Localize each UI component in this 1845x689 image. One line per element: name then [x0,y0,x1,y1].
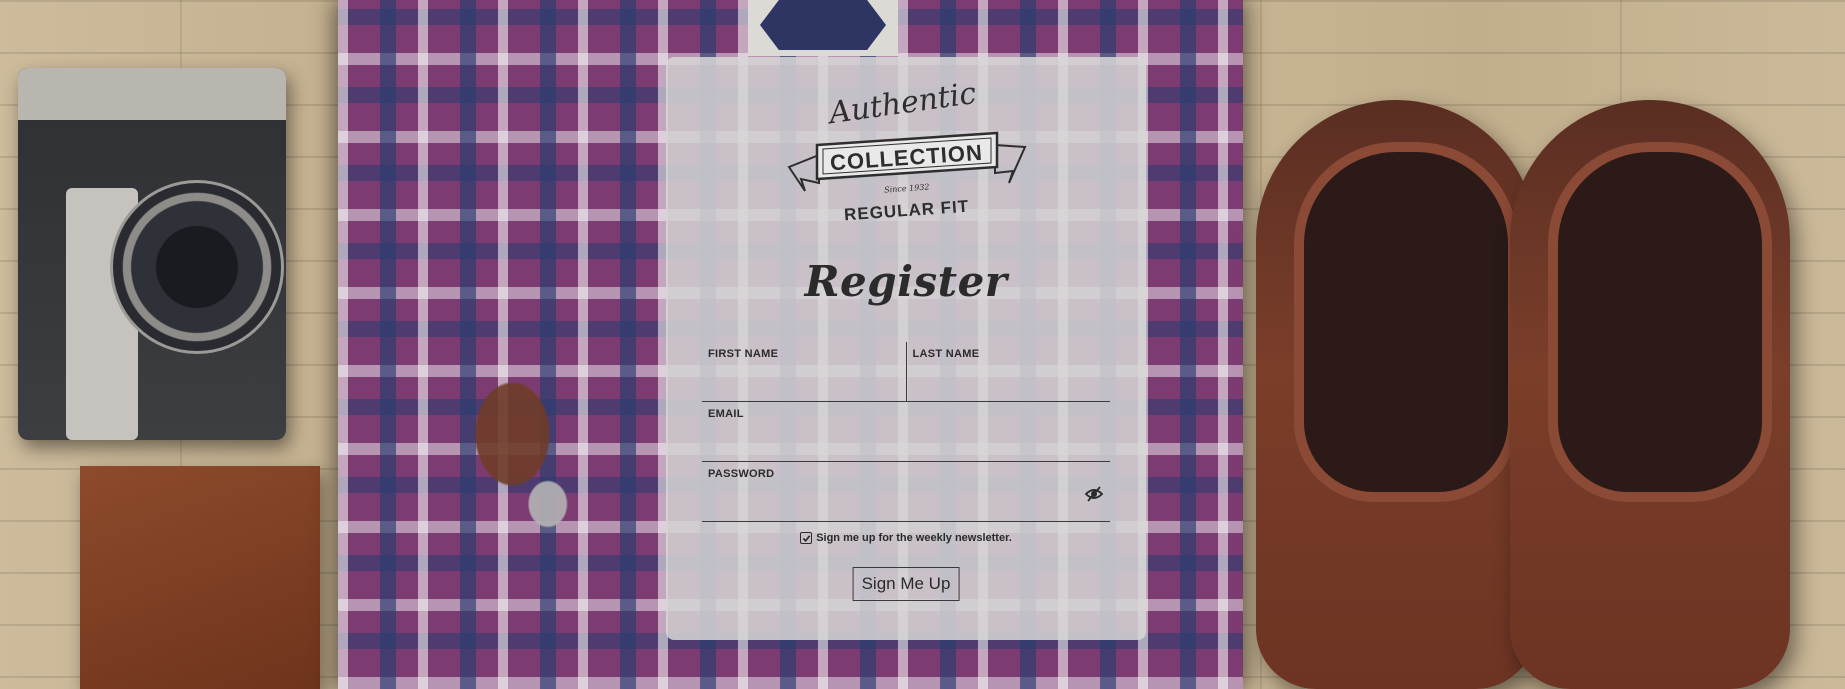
email-label: EMAIL [708,408,744,420]
password-row: PASSWORD [702,462,1110,522]
first-name-input[interactable] [708,369,872,395]
checkmark-icon [802,534,810,542]
newsletter-checkbox[interactable] [800,532,813,544]
last-name-label: LAST NAME [912,348,980,360]
register-card: Authentic COLLECTION Since 1932 REGULAR … [666,57,1146,640]
password-input[interactable] [708,489,1076,515]
email-row: EMAIL [702,402,1110,462]
newsletter-option: Sign me up for the weekly newsletter. [666,532,1146,544]
logo-authentic: Authentic [824,76,978,132]
brand-logo: Authentic COLLECTION Since 1932 REGULAR … [787,76,1027,225]
keys-image [418,350,654,630]
logo-since: Since 1932 [884,182,930,194]
newsletter-label: Sign me up for the weekly newsletter. [816,532,1012,544]
right-shoe-image [1510,100,1790,689]
password-field: PASSWORD [702,462,1110,522]
camera-image [18,68,286,440]
name-row: FIRST NAME LAST NAME [702,342,1110,402]
email-field: EMAIL [702,402,1110,462]
last-name-input[interactable] [912,369,1076,395]
sign-me-up-button[interactable]: Sign Me Up [852,567,960,601]
left-shoe-image [1256,100,1536,689]
email-input[interactable] [708,429,1076,455]
password-label: PASSWORD [708,468,775,480]
logo-regular-fit: REGULAR FIT [843,197,969,225]
register-title: Register [804,257,1008,306]
last-name-field: LAST NAME [906,342,1110,402]
first-name-label: FIRST NAME [708,348,779,360]
first-name-field: FIRST NAME [702,342,907,402]
register-form: FIRST NAME LAST NAME EMAIL PASSWORD [702,342,1110,522]
camera-top-plate [18,68,286,120]
shirt-label-badge [760,0,886,50]
wallet-image [80,466,320,689]
camera-lens [110,180,284,354]
shirt-label-image [748,0,898,56]
eye-slash-icon[interactable] [1084,484,1104,504]
